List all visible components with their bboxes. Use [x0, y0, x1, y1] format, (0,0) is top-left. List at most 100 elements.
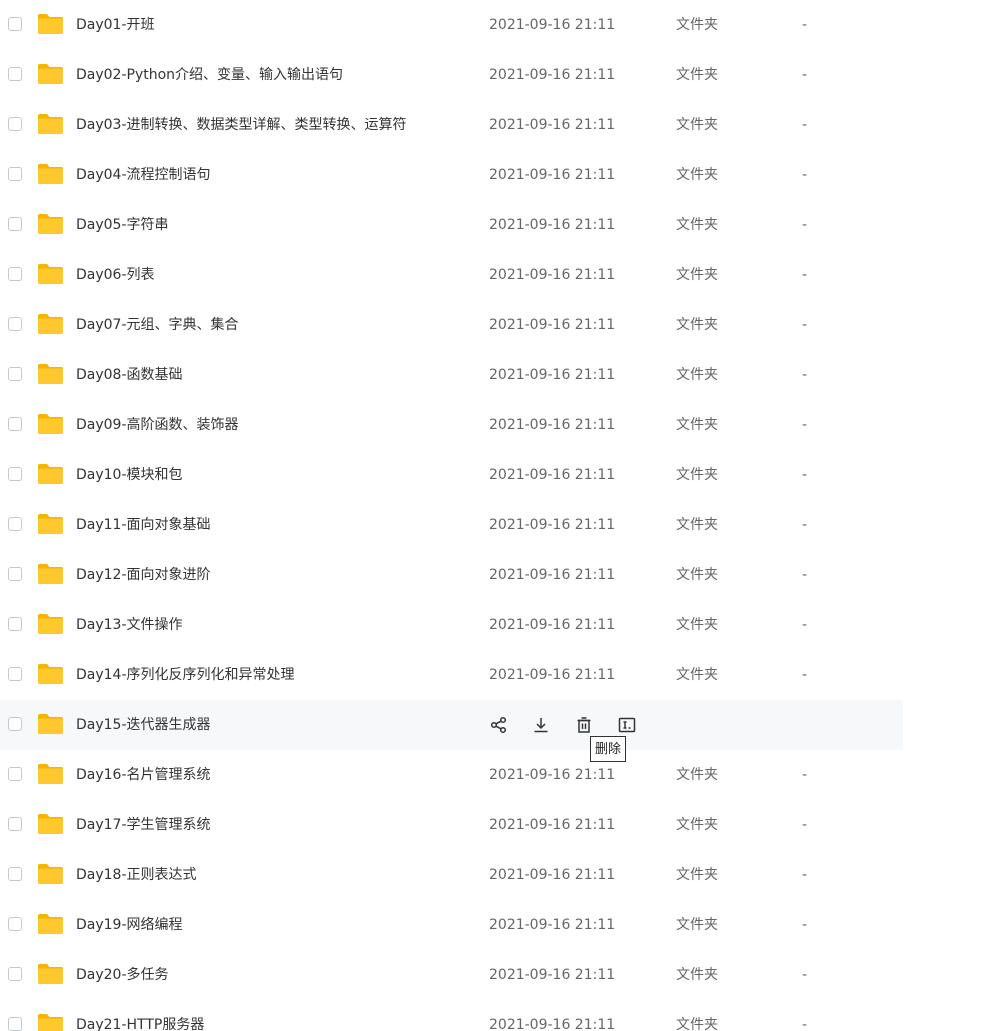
file-name[interactable]: Day19-网络编程 — [76, 900, 183, 950]
folder-icon — [37, 163, 64, 185]
table-row[interactable]: Day13-文件操作 2021-09-16 21:11 文件夹 - — [0, 600, 903, 650]
delete-icon[interactable] — [574, 715, 594, 735]
table-row[interactable]: Day10-模块和包 2021-09-16 21:11 文件夹 - — [0, 450, 903, 500]
table-row[interactable]: Day07-元组、字典、集合 2021-09-16 21:11 文件夹 - — [0, 300, 903, 350]
file-type: 文件夹 — [676, 417, 718, 433]
folder-icon — [37, 913, 64, 935]
table-row[interactable]: Day16-名片管理系统 2021-09-16 21:11 文件夹 - — [0, 750, 903, 800]
file-size: - — [802, 967, 808, 983]
file-size: - — [802, 867, 808, 883]
file-name[interactable]: Day04-流程控制语句 — [76, 150, 211, 200]
file-name[interactable]: Day07-元组、字典、集合 — [76, 300, 239, 350]
row-checkbox[interactable] — [8, 767, 22, 781]
modified-date: 2021-09-16 21:11 — [489, 417, 616, 433]
modified-date: 2021-09-16 21:11 — [489, 467, 616, 483]
modified-date: 2021-09-16 21:11 — [489, 667, 616, 683]
row-checkbox[interactable] — [8, 967, 22, 981]
download-icon[interactable] — [531, 715, 551, 735]
modified-date: 2021-09-16 21:11 — [489, 917, 616, 933]
modified-date: 2021-09-16 21:11 — [489, 567, 616, 583]
row-checkbox[interactable] — [8, 517, 22, 531]
folder-icon — [37, 613, 64, 635]
file-name[interactable]: Day20-多任务 — [76, 950, 169, 1000]
row-checkbox[interactable] — [8, 467, 22, 481]
modified-date: 2021-09-16 21:11 — [489, 267, 616, 283]
file-name[interactable]: Day02-Python介绍、变量、输入输出语句 — [76, 50, 343, 100]
file-size: - — [802, 667, 808, 683]
file-name[interactable]: Day08-函数基础 — [76, 350, 183, 400]
file-type: 文件夹 — [676, 467, 718, 483]
table-row[interactable]: Day01-开班 2021-09-16 21:11 文件夹 - — [0, 0, 903, 50]
file-size: - — [802, 567, 808, 583]
table-row[interactable]: Day04-流程控制语句 2021-09-16 21:11 文件夹 - — [0, 150, 903, 200]
table-row[interactable]: Day11-面向对象基础 2021-09-16 21:11 文件夹 - — [0, 500, 903, 550]
file-name[interactable]: Day21-HTTP服务器 — [76, 1000, 204, 1031]
file-name[interactable]: Day14-序列化反序列化和异常处理 — [76, 650, 295, 700]
file-type: 文件夹 — [676, 1017, 718, 1031]
row-checkbox[interactable] — [8, 267, 22, 281]
file-type: 文件夹 — [676, 917, 718, 933]
table-row[interactable]: Day12-面向对象进阶 2021-09-16 21:11 文件夹 - — [0, 550, 903, 600]
file-size: - — [802, 917, 808, 933]
row-checkbox[interactable] — [8, 317, 22, 331]
row-checkbox[interactable] — [8, 1017, 22, 1031]
row-checkbox[interactable] — [8, 367, 22, 381]
table-row[interactable]: Day17-学生管理系统 2021-09-16 21:11 文件夹 - — [0, 800, 903, 850]
file-name[interactable]: Day17-学生管理系统 — [76, 800, 211, 850]
row-checkbox[interactable] — [8, 67, 22, 81]
file-type: 文件夹 — [676, 617, 718, 633]
file-size: - — [802, 17, 808, 33]
row-checkbox[interactable] — [8, 917, 22, 931]
table-row[interactable]: Day20-多任务 2021-09-16 21:11 文件夹 - — [0, 950, 903, 1000]
table-row[interactable]: Day02-Python介绍、变量、输入输出语句 2021-09-16 21:11… — [0, 50, 903, 100]
file-name[interactable]: Day01-开班 — [76, 0, 155, 50]
row-checkbox[interactable] — [8, 617, 22, 631]
modified-date: 2021-09-16 21:11 — [489, 317, 616, 333]
table-row[interactable]: Day19-网络编程 2021-09-16 21:11 文件夹 - — [0, 900, 903, 950]
file-name[interactable]: Day10-模块和包 — [76, 450, 183, 500]
table-row[interactable]: Day08-函数基础 2021-09-16 21:11 文件夹 - — [0, 350, 903, 400]
modified-date: 2021-09-16 21:11 — [489, 217, 616, 233]
file-type: 文件夹 — [676, 517, 718, 533]
row-checkbox[interactable] — [8, 667, 22, 681]
file-size: - — [802, 167, 808, 183]
folder-icon — [37, 863, 64, 885]
file-name[interactable]: Day11-面向对象基础 — [76, 500, 211, 550]
file-name[interactable]: Day12-面向对象进阶 — [76, 550, 211, 600]
table-row[interactable]: Day05-字符串 2021-09-16 21:11 文件夹 - — [0, 200, 903, 250]
table-row[interactable]: Day09-高阶函数、装饰器 2021-09-16 21:11 文件夹 - — [0, 400, 903, 450]
rename-icon[interactable] — [617, 715, 637, 735]
file-name[interactable]: Day16-名片管理系统 — [76, 750, 211, 800]
row-checkbox[interactable] — [8, 217, 22, 231]
row-checkbox[interactable] — [8, 567, 22, 581]
table-row[interactable]: Day18-正则表达式 2021-09-16 21:11 文件夹 - — [0, 850, 903, 900]
table-row[interactable]: Day03-进制转换、数据类型详解、类型转换、运算符 2021-09-16 21:… — [0, 100, 903, 150]
file-type: 文件夹 — [676, 667, 718, 683]
file-name[interactable]: Day18-正则表达式 — [76, 850, 197, 900]
table-row[interactable]: Day06-列表 2021-09-16 21:11 文件夹 - — [0, 250, 903, 300]
file-size: - — [802, 417, 808, 433]
file-name[interactable]: Day05-字符串 — [76, 200, 169, 250]
row-checkbox[interactable] — [8, 867, 22, 881]
file-name[interactable]: Day13-文件操作 — [76, 600, 183, 650]
folder-icon — [37, 763, 64, 785]
file-size: - — [802, 617, 808, 633]
file-name[interactable]: Day06-列表 — [76, 250, 155, 300]
table-row[interactable]: Day21-HTTP服务器 2021-09-16 21:11 文件夹 - — [0, 1000, 903, 1031]
file-name[interactable]: Day09-高阶函数、装饰器 — [76, 400, 239, 450]
table-row[interactable]: Day15-迭代器生成器 — [0, 700, 903, 750]
share-icon[interactable] — [489, 715, 509, 735]
folder-icon — [37, 563, 64, 585]
row-checkbox[interactable] — [8, 417, 22, 431]
file-type: 文件夹 — [676, 967, 718, 983]
file-type: 文件夹 — [676, 867, 718, 883]
row-checkbox[interactable] — [8, 117, 22, 131]
table-row[interactable]: Day14-序列化反序列化和异常处理 2021-09-16 21:11 文件夹 - — [0, 650, 903, 700]
row-checkbox[interactable] — [8, 817, 22, 831]
row-checkbox[interactable] — [8, 167, 22, 181]
file-name[interactable]: Day03-进制转换、数据类型详解、类型转换、运算符 — [76, 100, 407, 150]
row-checkbox[interactable] — [8, 717, 22, 731]
file-name[interactable]: Day15-迭代器生成器 — [76, 700, 211, 750]
row-checkbox[interactable] — [8, 17, 22, 31]
file-type: 文件夹 — [676, 567, 718, 583]
